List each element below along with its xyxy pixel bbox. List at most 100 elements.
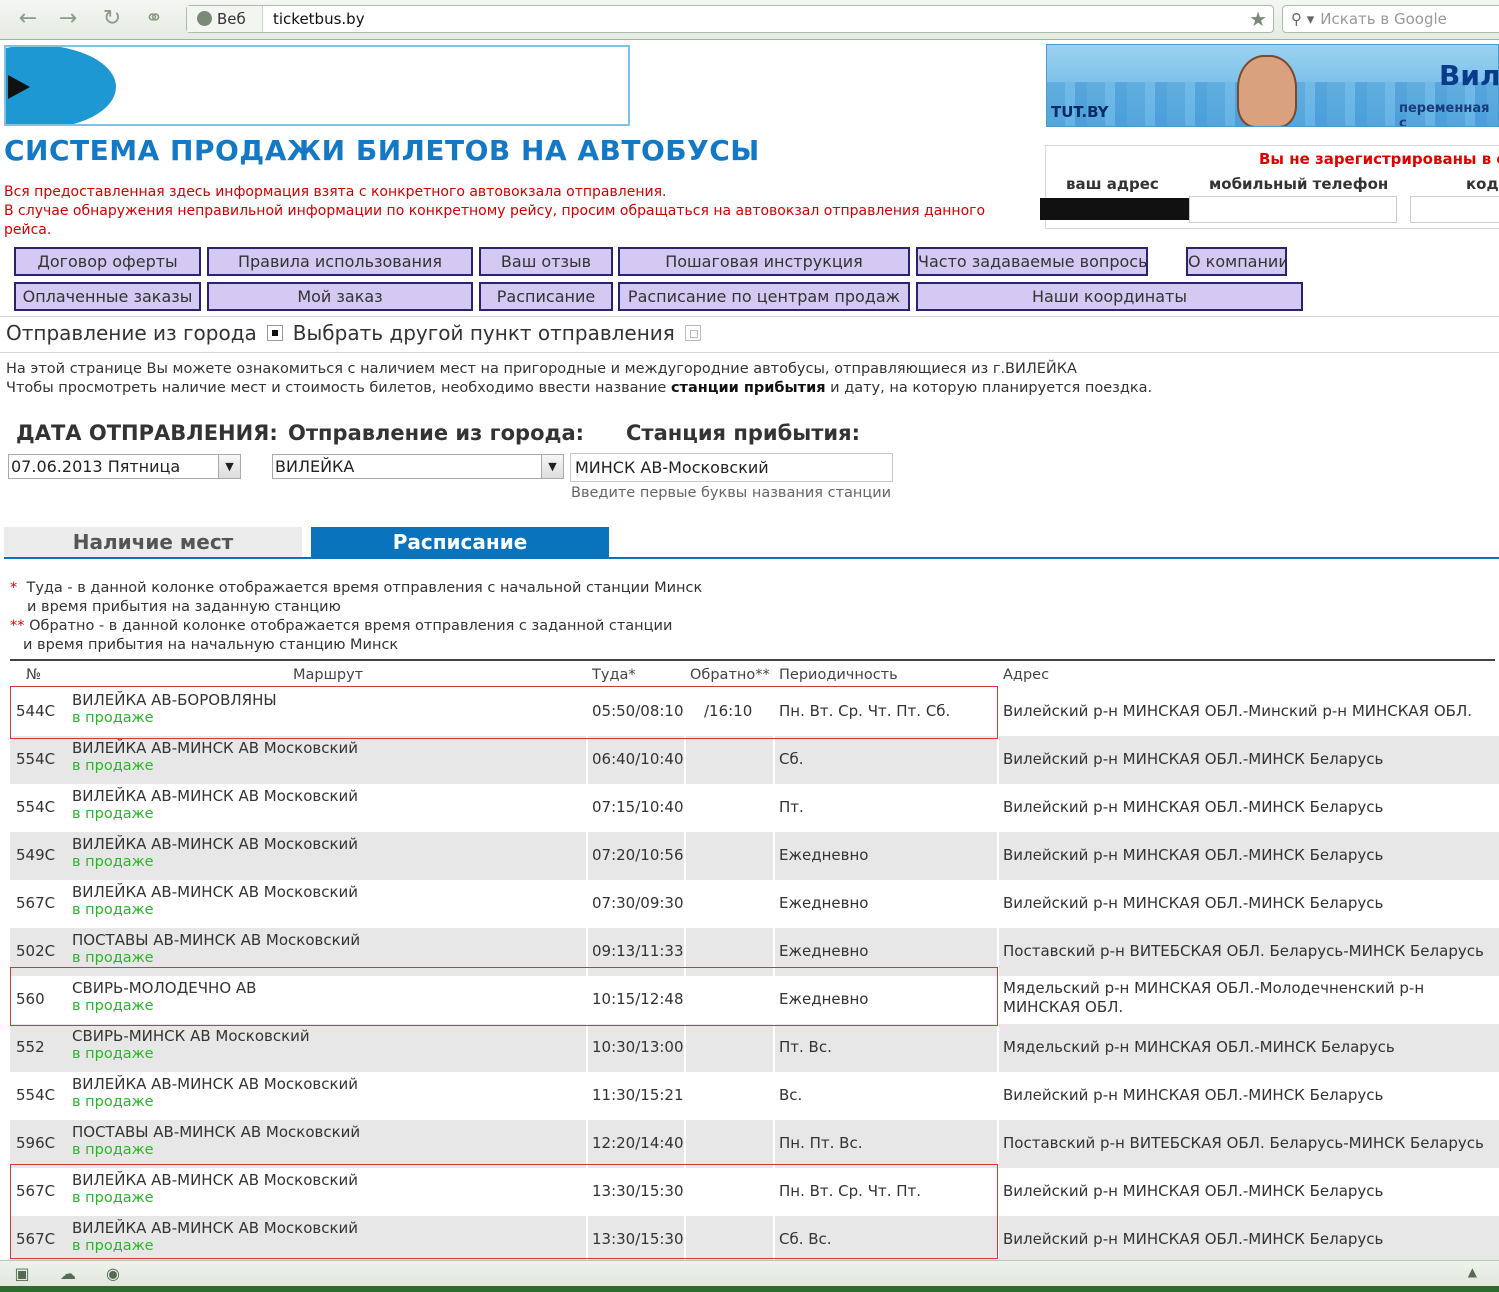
legend-line-3: ** Обратно - в данной колонке отображает… [10, 617, 702, 636]
tab-seats[interactable]: Наличие мест [4, 527, 302, 558]
on-sale-link[interactable]: в продаже [72, 1238, 154, 1254]
table-row[interactable]: 554С ВИЛЕЙКА АВ-МИНСК АВ Московский в прод… [10, 736, 1499, 784]
chevron-down-icon[interactable]: ▼ [218, 455, 240, 478]
route-name[interactable]: ВИЛЕЙКА АВ-БОРОВЛЯНЫ [72, 691, 277, 709]
route-address: Мядельский р-н МИНСКАЯ ОБЛ.-МИНСК Белару… [1003, 1038, 1395, 1056]
column-separator [684, 928, 686, 976]
tutby-logo: TUT.BY [1051, 103, 1109, 121]
cloud-icon[interactable]: ☁ [58, 1264, 78, 1284]
route-number: 554С [16, 798, 56, 816]
person-picture [1237, 55, 1297, 126]
google-search-input[interactable]: ⚲ ▾ Искать в Google [1282, 5, 1499, 33]
column-separator [684, 1168, 686, 1216]
offer-button[interactable]: Договор оферты [14, 247, 201, 276]
time-tuda: 13:30/15:30 [592, 1230, 684, 1248]
table-row[interactable]: 554С ВИЛЕЙКА АВ-МИНСК АВ Московский в прод… [10, 784, 1499, 832]
route-name[interactable]: ВИЛЕЙКА АВ-МИНСК АВ Московский [72, 1075, 358, 1093]
station-input[interactable]: МИНСК АВ-Московский [570, 453, 893, 482]
on-sale-link[interactable]: в продаже [72, 1190, 154, 1206]
route-name[interactable]: СВИРЬ-МИНСК АВ Московский [72, 1027, 310, 1045]
star-icon[interactable]: ★ [1249, 6, 1267, 32]
notice-line-1: Вся предоставленная здесь информация взя… [4, 184, 667, 200]
route-name[interactable]: СВИРЬ-МОЛОДЕЧНО АВ [72, 979, 256, 997]
on-sale-link[interactable]: в продаже [72, 1094, 154, 1110]
column-separator [773, 976, 775, 1024]
route-name[interactable]: ВИЛЕЙКА АВ-МИНСК АВ Московский [72, 1171, 358, 1189]
date-select[interactable]: 07.06.2013 Пятница ▼ [8, 454, 241, 479]
table-row[interactable]: 554С ВИЛЕЙКА АВ-МИНСК АВ Московский в прод… [10, 1072, 1499, 1120]
not-registered-text: Вы не зарегистрированы в сис [1259, 150, 1499, 168]
scroll-up-icon[interactable]: ▲ [1468, 1265, 1477, 1279]
code-field[interactable] [1410, 196, 1499, 223]
table-row[interactable]: 502С ПОСТАВЫ АВ-МИНСК АВ Московский в прод… [10, 928, 1499, 976]
column-separator [773, 928, 775, 976]
column-separator [684, 1024, 686, 1072]
faq-button[interactable]: Часто задаваемые вопросы [916, 247, 1148, 276]
column-separator [684, 1072, 686, 1120]
table-row[interactable]: 549С ВИЛЕЙКА АВ-МИНСК АВ Московский в прод… [10, 832, 1499, 880]
table-row[interactable]: 567С ВИЛЕЙКА АВ-МИНСК АВ Московский в прод… [10, 880, 1499, 928]
on-sale-link[interactable]: в продаже [72, 854, 154, 870]
rules-button[interactable]: Правила использования [207, 247, 473, 276]
back-arrow-icon[interactable]: ← [14, 6, 42, 32]
code-label: код [1466, 175, 1499, 193]
feedback-button[interactable]: Ваш отзыв [479, 247, 613, 276]
route-name[interactable]: ПОСТАВЫ АВ-МИНСК АВ Московский [72, 931, 360, 949]
key-icon[interactable]: ⚭ [140, 6, 168, 32]
route-name[interactable]: ПОСТАВЫ АВ-МИНСК АВ Московский [72, 1123, 360, 1141]
column-separator [773, 1072, 775, 1120]
panel-icon[interactable]: ▣ [12, 1264, 32, 1284]
chevron-down-icon[interactable]: ▼ [541, 455, 563, 478]
table-row[interactable]: 544С ВИЛЕЙКА АВ-БОРОВЛЯНЫ в продаже 05:50/0… [10, 688, 1499, 736]
route-name[interactable]: ВИЛЕЙКА АВ-МИНСК АВ Московский [72, 739, 358, 757]
periodicity: Пн. Вт. Ср. Чт. Пт. Сб. [779, 702, 951, 720]
my-order-button[interactable]: Мой заказ [207, 282, 473, 311]
route-name[interactable]: ВИЛЕЙКА АВ-МИНСК АВ Московский [72, 1219, 358, 1237]
route-name[interactable]: ВИЛЕЙКА АВ-МИНСК АВ Московский [72, 835, 358, 853]
legend-text-1a: Туда - в данной колонке отображается вре… [26, 580, 703, 596]
instructions-button[interactable]: Пошаговая инструкция [618, 247, 910, 276]
phone-field[interactable] [1189, 196, 1397, 223]
table-row[interactable]: 596С ПОСТАВЫ АВ-МИНСК АВ Московский в прод… [10, 1120, 1499, 1168]
table-row[interactable]: 567С ВИЛЕЙКА АВ-МИНСК АВ Московский в прод… [10, 1216, 1499, 1264]
column-separator [586, 976, 588, 1024]
asterisk-mark: * [10, 580, 18, 596]
table-row[interactable]: 552 СВИРЬ-МИНСК АВ Московский в продаже 10:… [10, 1024, 1499, 1072]
column-separator [773, 1024, 775, 1072]
top-banner[interactable] [4, 45, 630, 126]
reload-icon[interactable]: ↻ [98, 6, 126, 32]
ad-headline: Вил [1439, 59, 1499, 92]
forward-arrow-icon[interactable]: → [54, 6, 82, 32]
column-separator [684, 784, 686, 832]
paid-orders-button[interactable]: Оплаченные заказы [14, 282, 201, 311]
schedule-button[interactable]: Расписание [479, 282, 613, 311]
url-text[interactable]: ticketbus.by [273, 6, 365, 32]
speed-dial-icon[interactable]: ◉ [103, 1264, 123, 1284]
route-name[interactable]: ВИЛЕЙКА АВ-МИНСК АВ Московский [72, 883, 358, 901]
other-point-radio[interactable] [684, 325, 701, 341]
schedule-centers-button[interactable]: Расписание по центрам продаж [618, 282, 910, 311]
on-sale-link[interactable]: в продаже [72, 1046, 154, 1062]
table-row[interactable]: 560 СВИРЬ-МОЛОДЕЧНО АВ в продаже 10:15/12:4… [10, 976, 1499, 1024]
on-sale-link[interactable]: в продаже [72, 710, 154, 726]
city-select[interactable]: ВИЛЕЙКА ▼ [272, 454, 564, 479]
station-hint: Введите первые буквы названия станции [571, 485, 892, 501]
tab-schedule[interactable]: Расписание [311, 527, 609, 558]
address-bar[interactable]: Веб ticketbus.by ★ [186, 5, 1274, 33]
about-button[interactable]: О компании [1186, 247, 1287, 276]
on-sale-link[interactable]: в продаже [72, 998, 154, 1014]
route-number: 567С [16, 894, 56, 912]
on-sale-link[interactable]: в продаже [72, 758, 154, 774]
tutby-ad-banner[interactable]: TUT.BY Вил переменная с [1046, 44, 1499, 127]
from-city-radio[interactable] [266, 325, 283, 341]
table-row[interactable]: 567С ВИЛЕЙКА АВ-МИНСК АВ Московский в прод… [10, 1168, 1499, 1216]
column-separator [684, 1120, 686, 1168]
on-sale-link[interactable]: в продаже [72, 950, 154, 966]
address-field[interactable] [1040, 198, 1192, 220]
coordinates-button[interactable]: Наши координаты [916, 282, 1303, 311]
on-sale-link[interactable]: в продаже [72, 806, 154, 822]
route-name[interactable]: ВИЛЕЙКА АВ-МИНСК АВ Московский [72, 787, 358, 805]
time-tuda: 05:50/08:10 [592, 702, 684, 720]
on-sale-link[interactable]: в продаже [72, 902, 154, 918]
on-sale-link[interactable]: в продаже [72, 1142, 154, 1158]
